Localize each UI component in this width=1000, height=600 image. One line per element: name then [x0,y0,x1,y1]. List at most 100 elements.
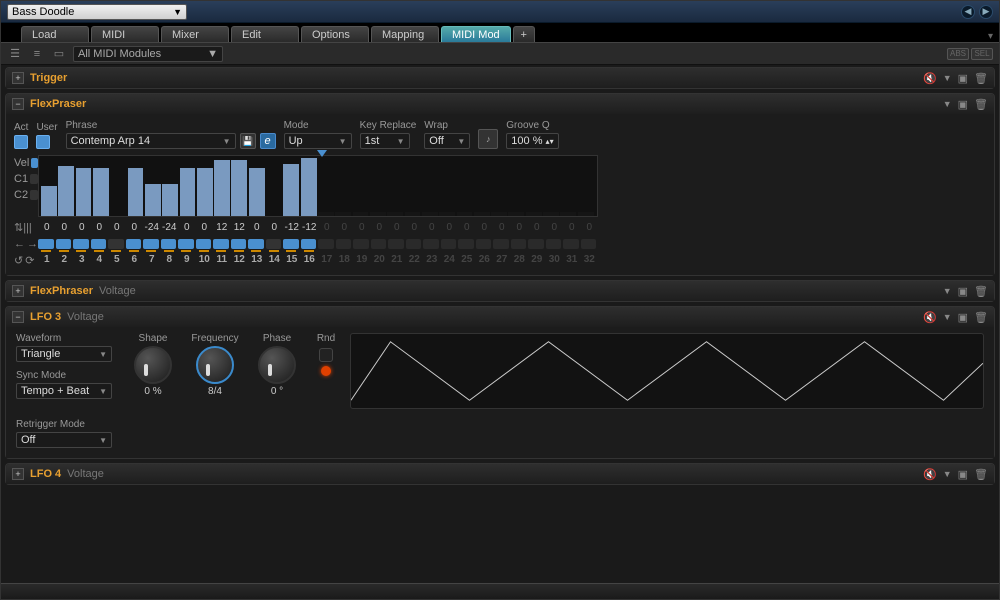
step-led-2[interactable] [56,239,72,249]
tab-mixer[interactable]: Mixer [161,26,229,42]
vel-bar-8[interactable] [162,184,178,216]
step-led-28[interactable] [511,239,527,249]
vel-bar-21[interactable] [387,212,403,216]
tab-midi[interactable]: MIDI [91,26,159,42]
chevron-down-icon[interactable]: ▼ [943,286,952,296]
abs-badge[interactable]: ABS [947,48,969,60]
step-leds-row[interactable] [38,239,598,249]
transpose-16[interactable]: -12 [301,222,319,233]
expand-icon[interactable]: + [12,72,24,84]
tab-midi-mod[interactable]: MIDI Mod [441,26,511,42]
vel-bar-16[interactable] [301,158,317,216]
transpose-27[interactable]: 0 [493,222,511,233]
preset-select[interactable]: Bass Doodle ▼ [7,4,187,20]
vel-bar-23[interactable] [422,212,438,216]
step-led-21[interactable] [388,239,404,249]
vel-bar-6[interactable] [128,168,144,216]
lfo4-header[interactable]: + LFO 4 Voltage 🔇 ▼ ▣ 🗑 [6,464,994,484]
delete-icon[interactable]: 🗑 [974,311,988,324]
transpose-1[interactable]: 0 [38,222,56,233]
vel-bar-18[interactable] [335,212,351,216]
vel-bar-7[interactable] [145,184,161,216]
tab-edit[interactable]: Edit [231,26,299,42]
expand-icon[interactable]: + [12,468,24,480]
transpose-20[interactable]: 0 [371,222,389,233]
step-led-11[interactable] [213,239,229,249]
copy-icon[interactable]: ▣ [958,285,968,298]
velocity-bars[interactable] [38,155,598,217]
mute-icon[interactable]: 🔇 [923,72,937,85]
transpose-10[interactable]: 0 [196,222,214,233]
transpose-7[interactable]: -24 [143,222,161,233]
c1-led[interactable] [30,174,38,184]
delete-icon[interactable]: 🗑 [974,98,988,111]
transpose-5[interactable]: 0 [108,222,126,233]
vel-bar-24[interactable] [439,212,455,216]
step-led-30[interactable] [546,239,562,249]
mute-icon[interactable]: 🔇 [923,468,937,481]
vel-bar-4[interactable] [93,168,109,216]
step-led-7[interactable] [143,239,159,249]
chevron-down-icon[interactable]: ▼ [943,469,952,479]
vel-bar-1[interactable] [41,186,57,216]
delete-icon[interactable]: 🗑 [974,285,988,298]
waveform-select[interactable]: Triangle▼ [16,346,112,362]
transpose-18[interactable]: 0 [336,222,354,233]
act-checkbox[interactable] [14,135,28,149]
transpose-2[interactable]: 0 [56,222,74,233]
transpose-19[interactable]: 0 [353,222,371,233]
vel-bar-17[interactable] [318,212,334,216]
collapse-icon[interactable]: − [12,98,24,110]
transpose-29[interactable]: 0 [528,222,546,233]
step-led-23[interactable] [423,239,439,249]
step-led-29[interactable] [528,239,544,249]
step-led-15[interactable] [283,239,299,249]
vel-bar-12[interactable] [231,160,247,216]
chevron-down-icon[interactable]: ▼ [943,73,952,83]
shape-knob[interactable] [134,346,172,384]
chevron-down-icon[interactable]: ▼ [943,312,952,322]
step-led-31[interactable] [563,239,579,249]
reset-icon[interactable]: ↺ [14,254,23,267]
transpose-15[interactable]: -12 [283,222,301,233]
transpose-21[interactable]: 0 [388,222,406,233]
step-led-18[interactable] [336,239,352,249]
vel-bar-3[interactable] [76,168,92,216]
lfo3-header[interactable]: − LFO 3 Voltage 🔇 ▼ ▣ 🗑 [6,307,994,327]
transpose-8[interactable]: -24 [161,222,179,233]
transpose-31[interactable]: 0 [563,222,581,233]
edit-phrase-button[interactable]: e [260,133,276,149]
tab-load[interactable]: Load [21,26,89,42]
step-led-19[interactable] [353,239,369,249]
step-led-13[interactable] [248,239,264,249]
frequency-knob[interactable] [196,346,234,384]
step-led-3[interactable] [73,239,89,249]
step-led-32[interactable] [581,239,597,249]
vel-bar-29[interactable] [526,212,542,216]
vel-bar-11[interactable] [214,160,230,216]
step-led-10[interactable] [196,239,212,249]
transpose-6[interactable]: 0 [126,222,144,233]
keyreplace-select[interactable]: 1st▼ [360,133,410,149]
vel-bar-25[interactable] [457,212,473,216]
vel-led[interactable] [31,158,38,168]
rnd-button[interactable] [319,348,333,362]
flexpraser-header[interactable]: − FlexPraser ▼ ▣ 🗑 [6,94,994,114]
next-preset-button[interactable]: ▶ [979,5,993,19]
transpose-30[interactable]: 0 [546,222,564,233]
transpose-11[interactable]: 12 [213,222,231,233]
transpose-22[interactable]: 0 [406,222,424,233]
step-led-27[interactable] [493,239,509,249]
mode-select[interactable]: Up▼ [284,133,352,149]
vel-bar-19[interactable] [353,212,369,216]
vel-bar-22[interactable] [405,212,421,216]
copy-icon[interactable]: ▣ [958,468,968,481]
transpose-28[interactable]: 0 [511,222,529,233]
transpose-13[interactable]: 0 [248,222,266,233]
vel-bar-2[interactable] [58,166,74,216]
transpose-12[interactable]: 12 [231,222,249,233]
vel-bar-20[interactable] [370,212,386,216]
step-led-25[interactable] [458,239,474,249]
transpose-3[interactable]: 0 [73,222,91,233]
vel-bar-30[interactable] [543,212,559,216]
